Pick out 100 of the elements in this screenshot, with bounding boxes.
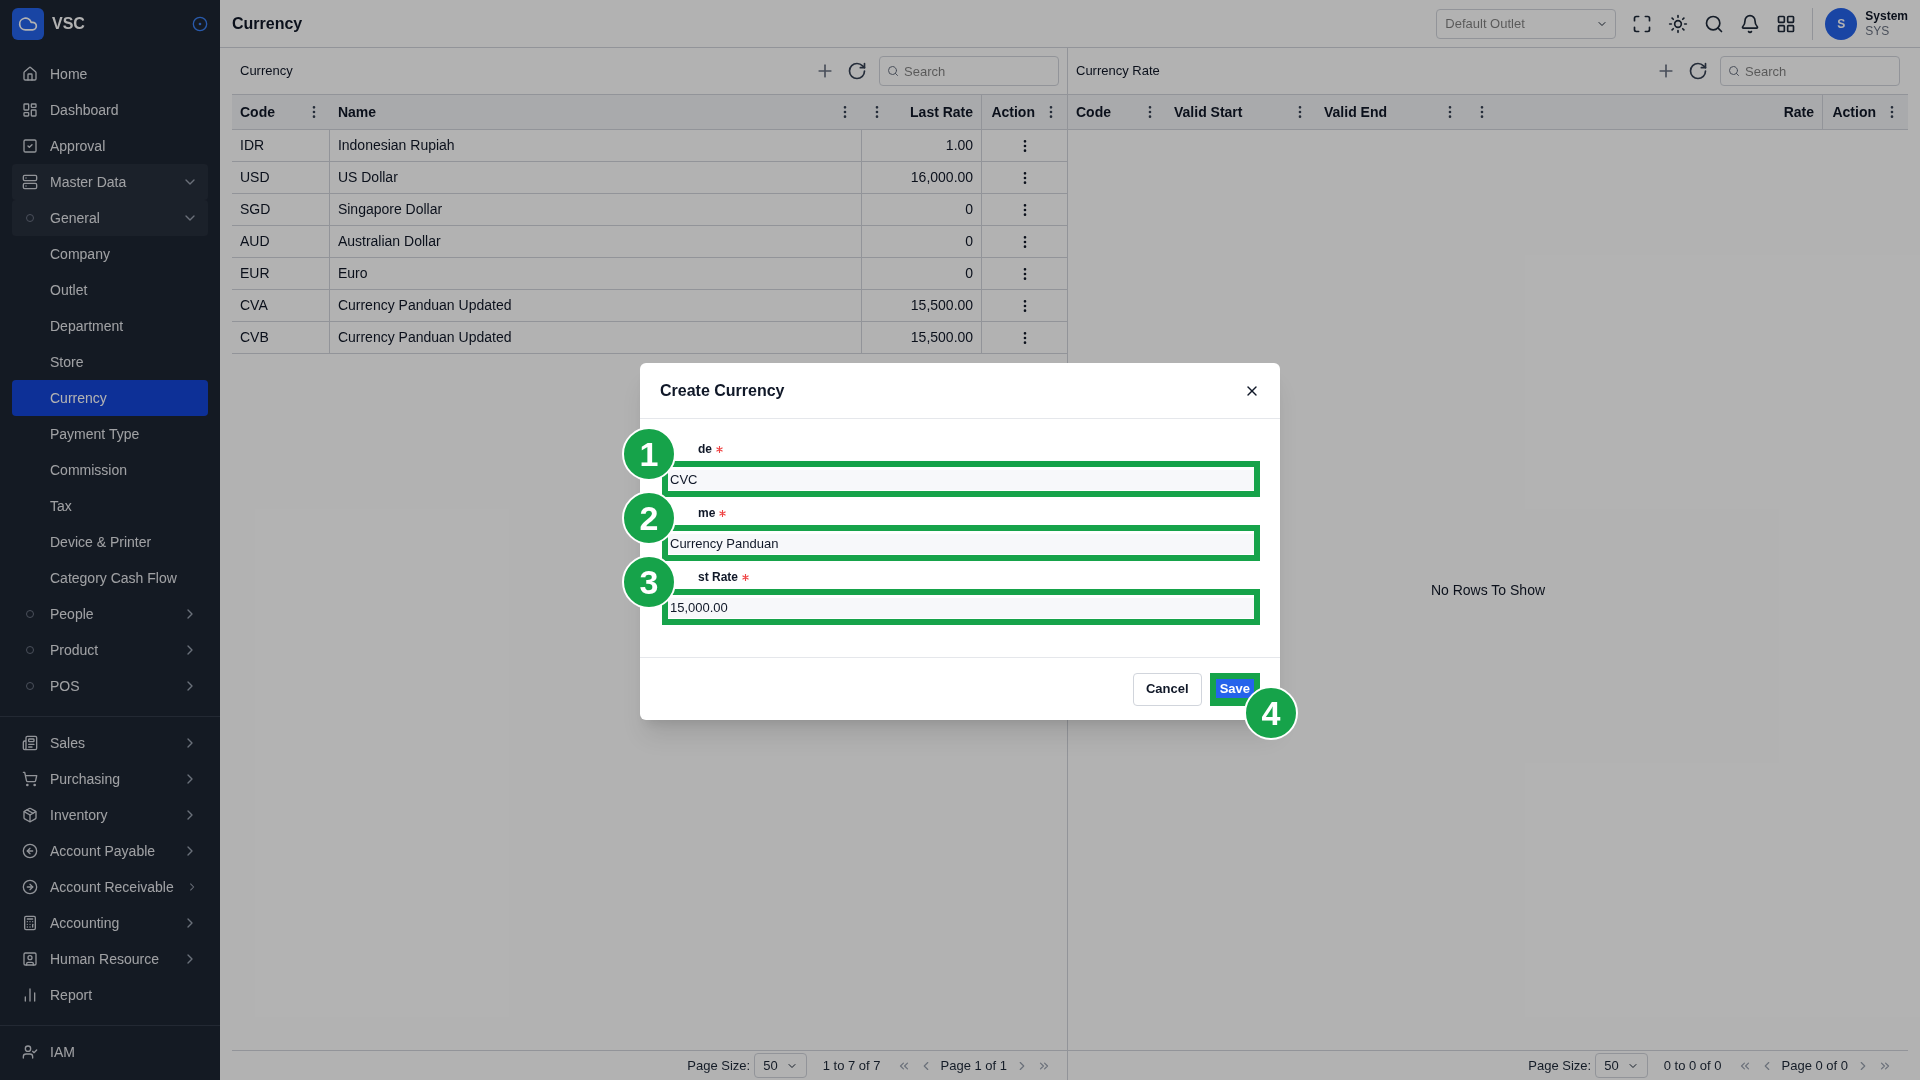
search-field[interactable]: Search (879, 56, 1059, 86)
page-indicator: Page 1 of 1 (940, 1056, 1007, 1075)
table-cell-text: CVA (240, 296, 268, 315)
outlet-select[interactable]: Default Outlet (1436, 8, 1617, 39)
house-icon (22, 66, 38, 82)
user-name: System (1865, 8, 1908, 24)
list-icon (22, 735, 38, 751)
user-code: SYS (1865, 23, 1891, 39)
server-icon (22, 174, 38, 190)
row-range: 0 to 0 of 0 (1663, 1056, 1722, 1075)
nav-item[interactable]: Product (12, 632, 208, 668)
column-header[interactable]: Name (337, 101, 377, 123)
nav-item[interactable]: Tax (12, 488, 208, 524)
nav-item[interactable]: Accounting (12, 905, 208, 941)
table-cell-text: CVB (240, 328, 269, 347)
nav-item[interactable]: Report (12, 977, 208, 1013)
cart-icon (22, 771, 38, 787)
page-title: Currency (232, 13, 303, 34)
refresh-icon[interactable] (847, 61, 867, 81)
table-cell-text: 15,500.00 (910, 328, 974, 347)
field-label: de (698, 441, 712, 458)
refresh-icon[interactable] (1688, 61, 1708, 81)
nav-item[interactable]: Approval (12, 128, 208, 164)
nav-item[interactable]: Home (12, 56, 208, 92)
column-header[interactable]: Code (1076, 101, 1111, 123)
nav-item[interactable]: Purchasing (12, 761, 208, 797)
apps-icon[interactable] (1776, 13, 1797, 34)
table-cell-text: Indonesian Rupiah (337, 136, 455, 155)
nav-item[interactable]: Outlet (12, 272, 208, 308)
save-button[interactable]: Save (1209, 672, 1260, 706)
search-icon (1728, 65, 1740, 77)
box-icon (22, 807, 38, 823)
calculator-icon (22, 915, 38, 931)
table-cell-text: Euro (337, 264, 368, 283)
nav-item[interactable]: POS (12, 668, 208, 704)
page-size-select[interactable]: 50 (1595, 1052, 1648, 1079)
panel-title: Currency Rate (1076, 62, 1160, 81)
column-header[interactable]: Last Rate (910, 101, 974, 123)
nav-item[interactable]: Account Receivable (12, 869, 208, 905)
table-cell-text: Currency Panduan Updated (337, 328, 512, 347)
nav-item[interactable]: Dashboard (12, 92, 208, 128)
column-header[interactable]: Valid End (1324, 101, 1387, 123)
table-cell-text: Singapore Dollar (337, 200, 443, 219)
nav-item[interactable]: Human Resource (12, 941, 208, 977)
arrow-right-circle-icon (22, 879, 38, 895)
table-cell-text: USD (240, 168, 270, 187)
search-icon (887, 65, 899, 77)
nav-item[interactable]: Category Cash Flow (12, 560, 208, 596)
bell-icon[interactable] (1740, 13, 1761, 34)
empty-message: No Rows To Show (1430, 580, 1546, 600)
field-label: st Rate (698, 569, 738, 586)
nav-item[interactable]: Sales (12, 725, 208, 761)
brand-name: VSC (52, 14, 85, 34)
table-cell-text: 0 (965, 264, 974, 283)
nav-item[interactable]: Store (12, 344, 208, 380)
bar-chart-icon (22, 987, 38, 1003)
column-header[interactable]: Action (1832, 101, 1876, 123)
nav-item[interactable]: IAM (12, 1034, 208, 1070)
column-header[interactable]: Action (991, 101, 1035, 123)
table-cell-text: 15,500.00 (910, 296, 974, 315)
dialog-title: Create Currency (660, 380, 785, 401)
panel-title: Currency (240, 62, 293, 81)
nav-item[interactable]: Currency (12, 380, 208, 416)
nav-item[interactable]: General (12, 200, 208, 236)
table-cell-text: IDR (240, 136, 265, 155)
table-cell-text: Australian Dollar (337, 232, 441, 251)
page-size-label: Page Size: (1528, 1056, 1592, 1075)
page-size-select[interactable]: 50 (754, 1052, 807, 1079)
table-cell-text: 16,000.00 (910, 168, 974, 187)
column-header[interactable]: Valid Start (1174, 101, 1243, 123)
table-cell-text: 0 (965, 200, 974, 219)
table-cell-text: 1.00 (945, 136, 974, 155)
search-icon[interactable] (1704, 13, 1725, 34)
checkbox-icon (22, 138, 38, 154)
table-cell-text: SGD (240, 200, 271, 219)
search-field[interactable]: Search (1720, 56, 1900, 86)
column-header[interactable]: Rate (1783, 101, 1814, 123)
nav-item[interactable]: Company (12, 236, 208, 272)
dashboard-icon (22, 102, 38, 118)
column-header[interactable]: Code (240, 101, 275, 123)
nav-item[interactable]: Account Payable (12, 833, 208, 869)
cancel-button[interactable]: Cancel (1133, 672, 1202, 706)
nav-item[interactable]: Inventory (12, 797, 208, 833)
nav-item[interactable]: People (12, 596, 208, 632)
nav-item[interactable]: Department (12, 308, 208, 344)
nav-item[interactable]: Master Data (12, 164, 208, 200)
user-avatar[interactable]: S (1825, 7, 1858, 40)
nav-item[interactable]: Commission (12, 452, 208, 488)
nav-item[interactable]: Payment Type (12, 416, 208, 452)
page-size-label: Page Size: (687, 1056, 751, 1075)
sun-icon[interactable] (1668, 13, 1689, 34)
nav-item[interactable]: Device & Printer (12, 524, 208, 560)
row-range: 1 to 7 of 7 (822, 1056, 881, 1075)
table-cell-text: EUR (240, 264, 270, 283)
arrow-left-circle-icon (22, 843, 38, 859)
table-cell-text: Currency Panduan Updated (337, 296, 512, 315)
field-label: me (698, 505, 716, 522)
table-cell-text: 0 (965, 232, 974, 251)
radio-icon[interactable] (192, 16, 208, 32)
fullscreen-icon[interactable] (1632, 13, 1653, 34)
